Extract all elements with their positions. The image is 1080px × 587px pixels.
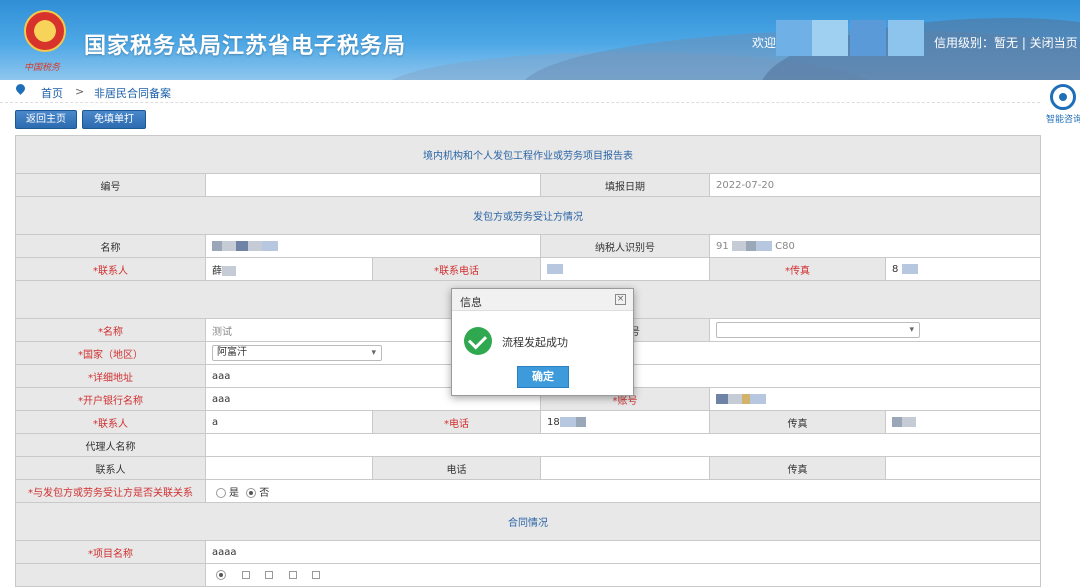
modal-overlay — [0, 0, 1080, 573]
dialog-header: 信息 × — [452, 289, 633, 311]
close-icon[interactable]: × — [615, 294, 626, 305]
dialog-message: 流程发起成功 — [502, 336, 568, 349]
info-dialog: 信息 × 流程发起成功 确定 — [451, 288, 634, 396]
confirm-button[interactable]: 确定 — [517, 366, 569, 388]
dialog-title: 信息 — [460, 296, 482, 309]
success-check-icon — [464, 327, 492, 355]
